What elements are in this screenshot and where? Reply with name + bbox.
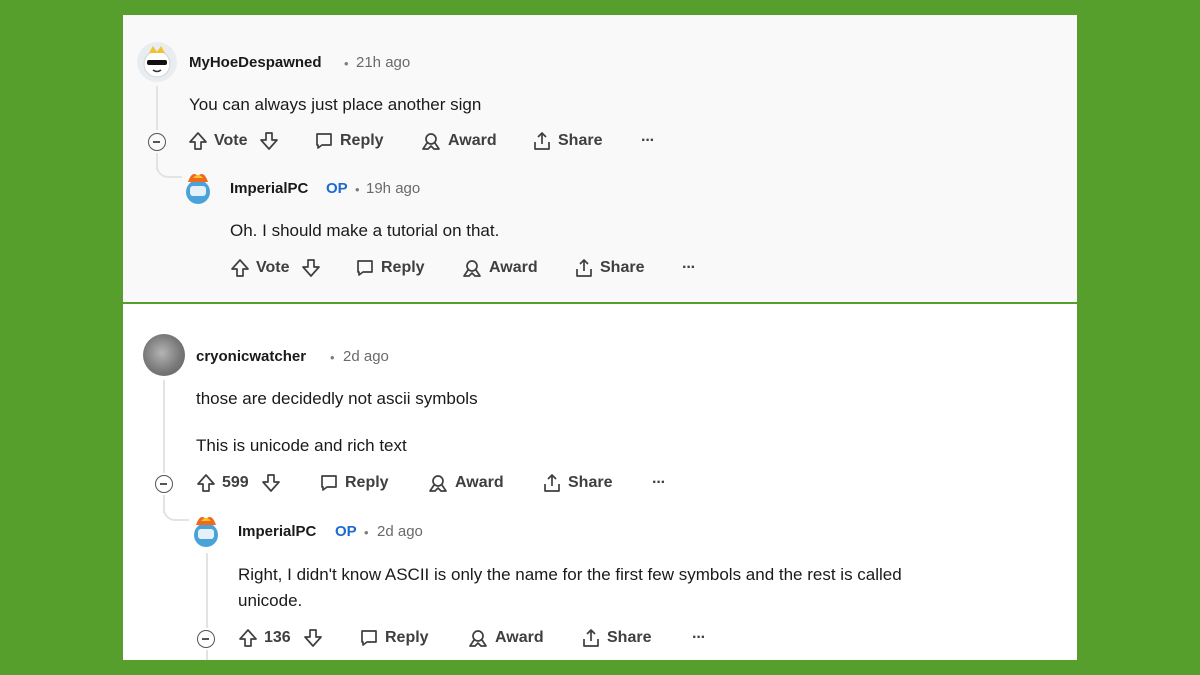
separator-dot: • bbox=[364, 525, 369, 540]
separator-dot: • bbox=[330, 350, 335, 365]
reply-body: Oh. I should make a tutorial on that. bbox=[230, 221, 500, 240]
reply-icon bbox=[355, 258, 375, 278]
share-icon bbox=[532, 131, 552, 151]
share-icon bbox=[574, 258, 594, 278]
avatar[interactable] bbox=[188, 511, 224, 551]
reply-author[interactable]: ImperialPC bbox=[230, 180, 308, 197]
reply-icon bbox=[319, 473, 339, 493]
separator-dot: • bbox=[344, 56, 349, 71]
vote-control: Vote bbox=[230, 258, 321, 278]
share-label: Share bbox=[607, 629, 652, 646]
vote-control: 599 bbox=[196, 473, 281, 493]
award-label: Award bbox=[489, 259, 538, 276]
award-button[interactable]: Award bbox=[427, 473, 504, 493]
comment-timestamp[interactable]: 2d ago bbox=[343, 348, 389, 365]
collapse-button[interactable] bbox=[155, 475, 173, 493]
more-options-button[interactable]: ··· bbox=[652, 474, 666, 492]
comment-body: You can always just place another sign bbox=[189, 95, 482, 114]
downvote-icon[interactable] bbox=[301, 258, 321, 278]
reply-button[interactable]: Reply bbox=[359, 628, 429, 648]
thread-line[interactable] bbox=[206, 553, 208, 628]
upvote-icon[interactable] bbox=[196, 473, 216, 493]
more-options-button[interactable]: ··· bbox=[682, 259, 696, 277]
award-button[interactable]: Award bbox=[467, 628, 544, 648]
share-button[interactable]: Share bbox=[532, 131, 602, 151]
reply-body-line: Right, I didn't know ASCII is only the n… bbox=[238, 565, 902, 584]
share-icon bbox=[581, 628, 601, 648]
thread-connector bbox=[156, 162, 182, 178]
comment-body-line: This is unicode and rich text bbox=[196, 436, 407, 455]
award-label: Award bbox=[455, 474, 504, 491]
reply-button[interactable]: Reply bbox=[355, 258, 425, 278]
op-badge: OP bbox=[335, 523, 357, 540]
reply-button[interactable]: Reply bbox=[314, 131, 384, 151]
award-button[interactable]: Award bbox=[461, 258, 538, 278]
vote-count: Vote bbox=[256, 259, 290, 276]
reply-button[interactable]: Reply bbox=[319, 473, 389, 493]
vote-control: 136 bbox=[238, 628, 323, 648]
share-label: Share bbox=[568, 474, 613, 491]
avatar[interactable] bbox=[143, 334, 185, 376]
share-label: Share bbox=[600, 259, 645, 276]
more-options-button[interactable]: ··· bbox=[641, 132, 655, 150]
vote-count: 136 bbox=[264, 629, 291, 646]
downvote-icon[interactable] bbox=[261, 473, 281, 493]
upvote-icon[interactable] bbox=[238, 628, 258, 648]
reply-timestamp[interactable]: 2d ago bbox=[377, 523, 423, 540]
reply-label: Reply bbox=[381, 259, 425, 276]
downvote-icon[interactable] bbox=[303, 628, 323, 648]
reply-label: Reply bbox=[385, 629, 429, 646]
comment-body-line: those are decidedly not ascii symbols bbox=[196, 389, 478, 408]
award-label: Award bbox=[448, 132, 497, 149]
award-button[interactable]: Award bbox=[420, 131, 497, 151]
collapse-button[interactable] bbox=[197, 630, 215, 648]
share-label: Share bbox=[558, 132, 603, 149]
thread-line[interactable] bbox=[163, 380, 165, 473]
thread-line[interactable] bbox=[156, 86, 158, 130]
vote-count: Vote bbox=[214, 132, 248, 149]
more-options-button[interactable]: ··· bbox=[692, 629, 706, 647]
avatar[interactable] bbox=[180, 168, 216, 208]
award-icon bbox=[427, 473, 449, 493]
upvote-icon[interactable] bbox=[188, 131, 208, 151]
thread-line[interactable] bbox=[206, 650, 208, 660]
reply-label: Reply bbox=[340, 132, 384, 149]
vote-count: 599 bbox=[222, 474, 249, 491]
separator-dot: • bbox=[355, 182, 360, 197]
vote-control: Vote bbox=[188, 131, 279, 151]
thread-connector bbox=[163, 505, 189, 521]
reply-icon bbox=[314, 131, 334, 151]
downvote-icon[interactable] bbox=[259, 131, 279, 151]
award-label: Award bbox=[495, 629, 544, 646]
upvote-icon[interactable] bbox=[230, 258, 250, 278]
reply-icon bbox=[359, 628, 379, 648]
award-icon bbox=[420, 131, 442, 151]
collapse-button[interactable] bbox=[148, 133, 166, 151]
reply-body-line: unicode. bbox=[238, 591, 303, 610]
share-button[interactable]: Share bbox=[581, 628, 651, 648]
comment-timestamp[interactable]: 21h ago bbox=[356, 54, 410, 71]
avatar[interactable] bbox=[137, 42, 177, 82]
reply-timestamp[interactable]: 19h ago bbox=[366, 180, 420, 197]
comment-author[interactable]: cryonicwatcher bbox=[196, 348, 306, 365]
reply-label: Reply bbox=[345, 474, 389, 491]
reply-author[interactable]: ImperialPC bbox=[238, 523, 316, 540]
op-badge: OP bbox=[326, 180, 348, 197]
share-button[interactable]: Share bbox=[574, 258, 644, 278]
award-icon bbox=[467, 628, 489, 648]
share-icon bbox=[542, 473, 562, 493]
award-icon bbox=[461, 258, 483, 278]
share-button[interactable]: Share bbox=[542, 473, 612, 493]
comment-author[interactable]: MyHoeDespawned bbox=[189, 54, 322, 71]
